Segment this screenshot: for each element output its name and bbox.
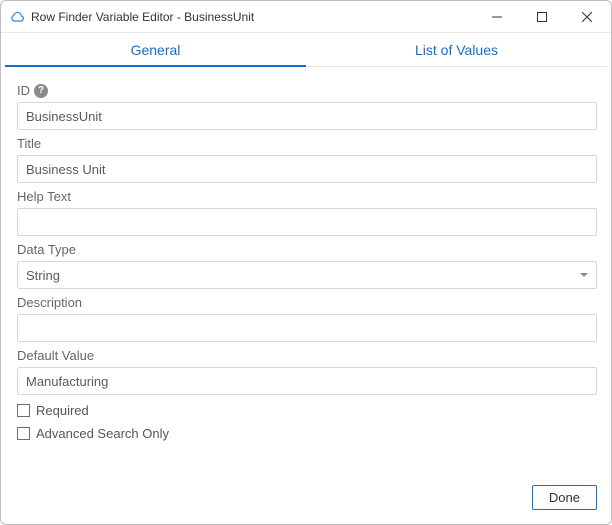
data-type-select[interactable]: String — [17, 261, 597, 289]
default-value-field[interactable]: Manufacturing — [17, 367, 597, 395]
title-value: Business Unit — [26, 162, 105, 177]
advanced-search-only-label: Advanced Search Only — [36, 426, 169, 441]
id-value: BusinessUnit — [26, 109, 102, 124]
required-checkbox[interactable] — [17, 404, 30, 417]
help-icon[interactable]: ? — [34, 84, 48, 98]
required-label: Required — [36, 403, 89, 418]
close-button[interactable] — [564, 2, 609, 32]
description-field[interactable] — [17, 314, 597, 342]
minimize-icon — [492, 12, 502, 22]
window-title: Row Finder Variable Editor - BusinessUni… — [31, 10, 474, 24]
description-label: Description — [17, 295, 597, 310]
tab-list-of-values[interactable]: List of Values — [306, 34, 607, 67]
help-text-field[interactable] — [17, 208, 597, 236]
data-type-label: Data Type — [17, 242, 597, 257]
id-field[interactable]: BusinessUnit — [17, 102, 597, 130]
advanced-search-only-row[interactable]: Advanced Search Only — [17, 426, 597, 441]
tab-bar: General List of Values — [5, 33, 607, 67]
minimize-button[interactable] — [474, 2, 519, 32]
id-label: ID ? — [17, 83, 597, 98]
advanced-search-only-checkbox[interactable] — [17, 427, 30, 440]
title-label: Title — [17, 136, 597, 151]
title-bar: Row Finder Variable Editor - BusinessUni… — [1, 1, 611, 33]
tab-general[interactable]: General — [5, 34, 306, 67]
close-icon — [582, 12, 592, 22]
id-label-text: ID — [17, 83, 30, 98]
required-row[interactable]: Required — [17, 403, 597, 418]
default-value-value: Manufacturing — [26, 374, 108, 389]
footer: Done — [1, 485, 611, 524]
data-type-value: String — [26, 268, 60, 283]
form-area: ID ? BusinessUnit Title Business Unit He… — [1, 67, 611, 485]
default-value-label: Default Value — [17, 348, 597, 363]
title-field[interactable]: Business Unit — [17, 155, 597, 183]
app-cloud-icon — [9, 9, 25, 25]
maximize-button[interactable] — [519, 2, 564, 32]
maximize-icon — [537, 12, 547, 22]
done-button[interactable]: Done — [532, 485, 597, 510]
help-text-label: Help Text — [17, 189, 597, 204]
chevron-down-icon — [580, 273, 588, 277]
